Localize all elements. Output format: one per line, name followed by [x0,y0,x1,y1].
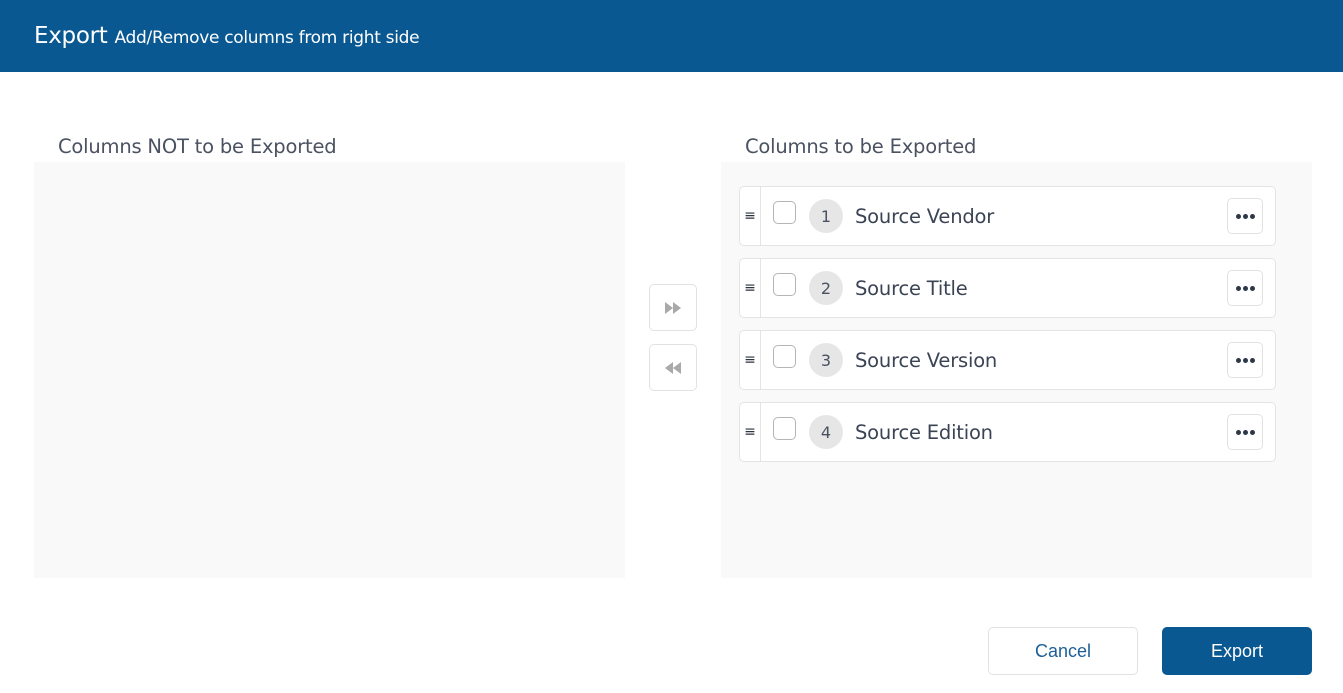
export-button[interactable]: Export [1162,627,1312,675]
dialog-title: Export [34,23,108,49]
item-index-badge: 1 [809,199,843,233]
item-label: Source Version [855,348,998,372]
item-label: Source Title [855,276,968,300]
list-item[interactable]: ≡ 4 Source Edition [739,402,1276,462]
more-options-button[interactable] [1227,414,1263,450]
drag-handle-icon[interactable]: ≡ [740,259,761,317]
ellipsis-icon [1235,429,1255,435]
item-label: Source Edition [855,420,993,444]
double-chevron-left-icon [665,361,681,374]
move-left-button[interactable] [649,344,697,391]
cancel-button[interactable]: Cancel [988,627,1138,675]
list-item[interactable]: ≡ 1 Source Vendor [739,186,1276,246]
item-checkbox[interactable] [773,200,796,224]
item-index-badge: 4 [809,415,843,449]
item-checkbox[interactable] [773,272,796,296]
right-panel-label: Columns to be Exported [745,135,977,158]
columns-not-exported-list[interactable] [34,162,625,578]
drag-handle-icon[interactable]: ≡ [740,331,761,389]
double-chevron-right-icon [665,301,681,314]
item-checkbox[interactable] [773,344,796,368]
item-index-badge: 2 [809,271,843,305]
list-item[interactable]: ≡ 2 Source Title [739,258,1276,318]
more-options-button[interactable] [1227,342,1263,378]
columns-exported-list[interactable]: ≡ 1 Source Vendor ≡ 2 Source Title ≡ 3 S… [721,162,1312,578]
more-options-button[interactable] [1227,270,1263,306]
item-index-badge: 3 [809,343,843,377]
item-label: Source Vendor [855,204,995,228]
list-item[interactable]: ≡ 3 Source Version [739,330,1276,390]
left-panel-label: Columns NOT to be Exported [58,135,337,158]
move-right-button[interactable] [649,284,697,331]
dialog-header: Export Add/Remove columns from right sid… [0,0,1343,72]
drag-handle-icon[interactable]: ≡ [740,403,761,461]
drag-handle-icon[interactable]: ≡ [740,187,761,245]
more-options-button[interactable] [1227,198,1263,234]
ellipsis-icon [1235,357,1255,363]
dialog-subtitle: Add/Remove columns from right side [114,27,420,48]
ellipsis-icon [1235,213,1255,219]
ellipsis-icon [1235,285,1255,291]
item-checkbox[interactable] [773,416,796,440]
